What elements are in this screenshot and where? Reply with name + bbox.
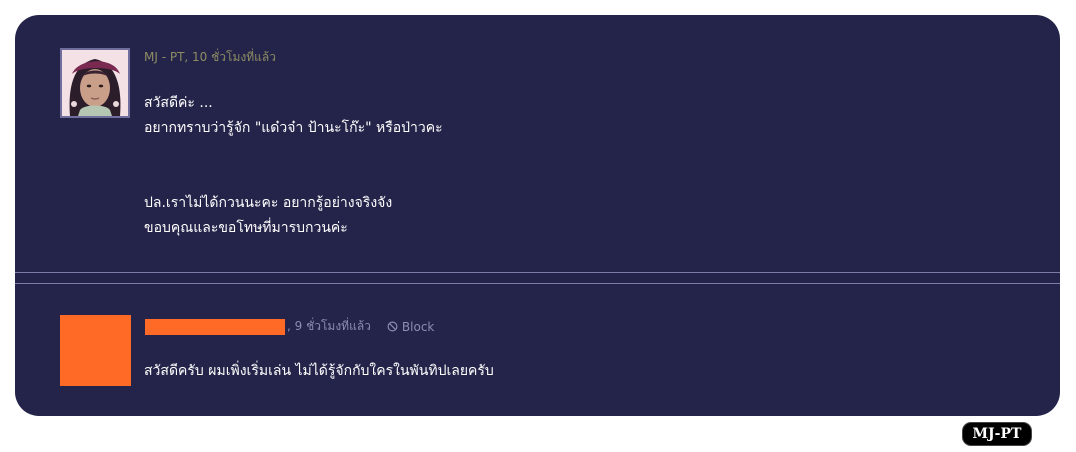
block-button[interactable]: Block [387,320,434,334]
avatar-photo-image [62,50,128,116]
watermark: MJ-PT [963,423,1031,445]
block-icon [387,321,398,332]
timestamp: , 9 ชั่วโมงที่แล้ว [287,319,371,333]
comment-body-line: ปล.เราไม่ได้กวนนะคะ อยากรู้อย่างจริงจัง [144,195,393,211]
comment-item: , 9 ชั่วโมงที่แล้ว Block สวัสดีครับ ผมเพ… [15,284,1060,416]
comment-body-line: อยากทราบว่ารู้จัก "แด๋วจ๋า ป้านะโก๊ะ" หร… [144,120,443,136]
comment-body-line: สวัสดีค่ะ ... [144,95,213,111]
block-label: Block [401,319,435,334]
redacted-author-name [145,318,285,335]
avatar[interactable] [60,315,131,386]
avatar[interactable] [60,48,130,118]
author-name[interactable]: MJ - PT [144,50,184,64]
comments-panel: MJ - PT, 10 ชั่วโมงที่แล้ว สวัสดีค่ะ ...… [15,15,1060,416]
comment-meta: , 9 ชั่วโมงที่แล้ว Block [145,317,434,336]
timestamp: , 10 ชั่วโมงที่แล้ว [184,50,276,64]
comment-meta: MJ - PT, 10 ชั่วโมงที่แล้ว [144,48,276,67]
comment-body-line: ขอบคุณและขอโทษที่มารบกวนค่ะ [144,220,348,236]
comment-separator [15,273,1060,284]
comment-item: MJ - PT, 10 ชั่วโมงที่แล้ว สวัสดีค่ะ ...… [15,15,1060,273]
comment-body-line: สวัสดีครับ ผมเพิ่งเริ่มเล่น ไม่ได้รู้จัก… [144,363,494,379]
